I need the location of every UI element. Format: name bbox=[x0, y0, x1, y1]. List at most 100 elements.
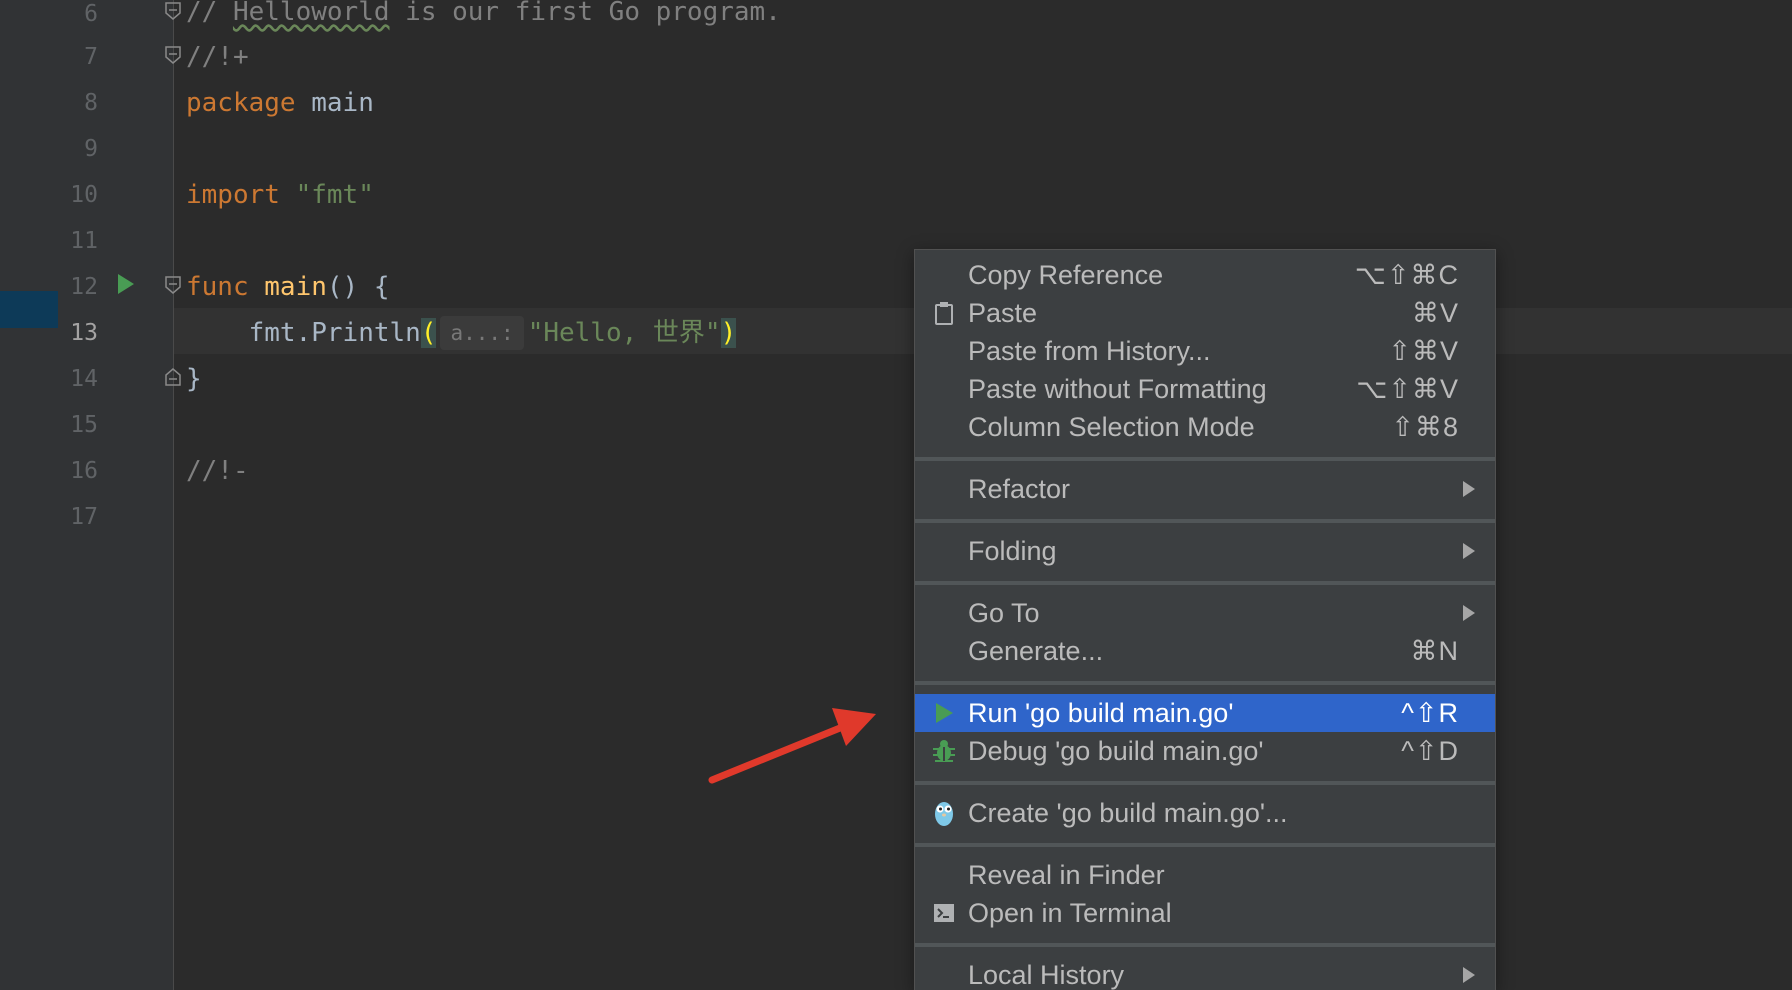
menu-item-shortcut: ⌥⇧⌘C bbox=[1354, 259, 1459, 290]
menu-separator bbox=[915, 943, 1495, 947]
fold-end-icon[interactable] bbox=[165, 368, 181, 386]
menu-item-generate[interactable]: Generate... ⌘N bbox=[915, 632, 1495, 670]
close-paren: ) bbox=[720, 318, 737, 348]
menu-separator bbox=[915, 519, 1495, 523]
menu-item-reveal-finder[interactable]: Reveal in Finder bbox=[915, 856, 1495, 894]
menu-item-copy-reference[interactable]: Copy Reference ⌥⇧⌘C bbox=[915, 256, 1495, 294]
menu-item-open-terminal[interactable]: Open in Terminal bbox=[915, 894, 1495, 932]
line-number: 9 bbox=[84, 136, 98, 162]
keyword: import bbox=[186, 180, 280, 210]
menu-item-shortcut: ⌘V bbox=[1411, 297, 1459, 328]
line-number: 12 bbox=[70, 274, 98, 300]
line-number: 14 bbox=[70, 366, 98, 392]
menu-item-label: Refactor bbox=[968, 473, 1071, 504]
identifier: main bbox=[295, 88, 374, 118]
typo-word: Helloworld bbox=[232, 0, 390, 27]
submenu-arrow-icon bbox=[1463, 543, 1475, 559]
code-line-12[interactable]: func main() { bbox=[186, 264, 390, 310]
menu-item-folding[interactable]: Folding bbox=[915, 532, 1495, 570]
parameter-hint: a...: bbox=[440, 316, 524, 350]
menu-item-local-history[interactable]: Local History bbox=[915, 956, 1495, 990]
menu-item-refactor[interactable]: Refactor bbox=[915, 470, 1495, 508]
menu-item-label: Create 'go build main.go'... bbox=[968, 797, 1288, 828]
selection-marker bbox=[0, 291, 58, 328]
code-line-16[interactable]: //!- bbox=[186, 448, 249, 494]
menu-item-label: Paste without Formatting bbox=[968, 373, 1267, 404]
line-number: 8 bbox=[84, 90, 98, 116]
menu-item-label: Go To bbox=[968, 597, 1040, 628]
line-number: 17 bbox=[70, 504, 98, 530]
menu-item-label: Column Selection Mode bbox=[968, 411, 1255, 442]
line-number: 10 bbox=[70, 182, 98, 208]
play-icon bbox=[931, 700, 957, 726]
menu-item-shortcut: ^⇧R bbox=[1401, 697, 1459, 728]
code-editor[interactable]: 6 7 8 9 10 11 12 13 14 15 16 17 // Hello… bbox=[0, 0, 1792, 990]
open-paren: ( bbox=[420, 318, 437, 348]
fold-guide bbox=[173, 0, 174, 990]
fold-icon[interactable] bbox=[165, 2, 181, 20]
menu-item-label: Paste bbox=[968, 297, 1038, 328]
code-line-8[interactable]: package main bbox=[186, 80, 374, 126]
annotation-arrow-icon bbox=[708, 708, 876, 784]
menu-separator bbox=[915, 781, 1495, 785]
bug-icon bbox=[931, 738, 957, 764]
menu-item-shortcut: ^⇧D bbox=[1401, 735, 1459, 766]
menu-item-shortcut: ⌥⇧⌘V bbox=[1356, 373, 1459, 404]
menu-item-label: Open in Terminal bbox=[968, 897, 1172, 928]
menu-item-label: Debug 'go build main.go' bbox=[968, 735, 1264, 766]
function-name: main bbox=[248, 272, 327, 302]
string-literal: "fmt" bbox=[279, 180, 374, 210]
keyword: package bbox=[186, 88, 296, 118]
comment-text: // bbox=[186, 0, 233, 27]
fold-icon[interactable] bbox=[165, 276, 181, 294]
menu-item-paste[interactable]: Paste ⌘V bbox=[915, 294, 1495, 332]
keyword: func bbox=[186, 272, 249, 302]
line-number-current: 13 bbox=[70, 320, 98, 346]
context-menu: Copy Reference ⌥⇧⌘C Paste ⌘V Paste from … bbox=[914, 249, 1496, 990]
menu-item-go-to[interactable]: Go To bbox=[915, 594, 1495, 632]
menu-item-column-selection[interactable]: Column Selection Mode ⇧⌘8 bbox=[915, 408, 1495, 446]
string-literal: "Hello, 世界" bbox=[527, 318, 721, 348]
line-number: 11 bbox=[70, 228, 98, 254]
menu-separator bbox=[915, 457, 1495, 461]
menu-item-label: Generate... bbox=[968, 635, 1104, 666]
code-line-13[interactable]: fmt.Println(a...: "Hello, 世界") bbox=[186, 310, 737, 356]
menu-item-run[interactable]: Run 'go build main.go' ^⇧R bbox=[915, 694, 1495, 732]
menu-item-label: Paste from History... bbox=[968, 335, 1211, 366]
code-line-7[interactable]: //!+ bbox=[186, 34, 249, 80]
submenu-arrow-icon bbox=[1463, 481, 1475, 497]
menu-item-label: Copy Reference bbox=[968, 259, 1164, 290]
menu-item-paste-no-format[interactable]: Paste without Formatting ⌥⇧⌘V bbox=[915, 370, 1495, 408]
menu-item-shortcut: ⇧⌘8 bbox=[1391, 411, 1459, 442]
code-line-10[interactable]: import "fmt" bbox=[186, 172, 374, 218]
menu-separator bbox=[915, 581, 1495, 585]
menu-separator bbox=[915, 843, 1495, 847]
menu-item-label: Local History bbox=[968, 959, 1125, 990]
code-line-14[interactable]: } bbox=[186, 356, 202, 402]
clipboard-icon bbox=[931, 300, 957, 326]
call-expression: fmt.Println bbox=[248, 318, 421, 348]
menu-separator bbox=[915, 681, 1495, 685]
menu-item-paste-history[interactable]: Paste from History... ⇧⌘V bbox=[915, 332, 1495, 370]
fold-icon[interactable] bbox=[165, 46, 181, 64]
line-number: 6 bbox=[84, 1, 98, 27]
menu-item-create-config[interactable]: Create 'go build main.go'... bbox=[915, 794, 1495, 832]
terminal-icon bbox=[931, 900, 957, 926]
menu-item-shortcut: ⌘N bbox=[1410, 635, 1459, 666]
punctuation: () { bbox=[326, 272, 390, 302]
menu-item-label: Folding bbox=[968, 535, 1057, 566]
submenu-arrow-icon bbox=[1463, 605, 1475, 621]
submenu-arrow-icon bbox=[1463, 967, 1475, 983]
line-number: 15 bbox=[70, 412, 98, 438]
run-gutter-icon[interactable] bbox=[118, 274, 134, 294]
code-line-6[interactable]: // Helloworld is our first Go program. bbox=[186, 0, 781, 35]
project-tool-strip bbox=[0, 0, 58, 990]
gopher-icon bbox=[931, 800, 957, 826]
menu-item-shortcut: ⇧⌘V bbox=[1388, 335, 1459, 366]
menu-item-debug[interactable]: Debug 'go build main.go' ^⇧D bbox=[915, 732, 1495, 770]
comment-text: is our first Go program. bbox=[389, 0, 781, 27]
line-number: 16 bbox=[70, 458, 98, 484]
menu-item-label: Reveal in Finder bbox=[968, 859, 1165, 890]
line-number: 7 bbox=[84, 44, 98, 70]
